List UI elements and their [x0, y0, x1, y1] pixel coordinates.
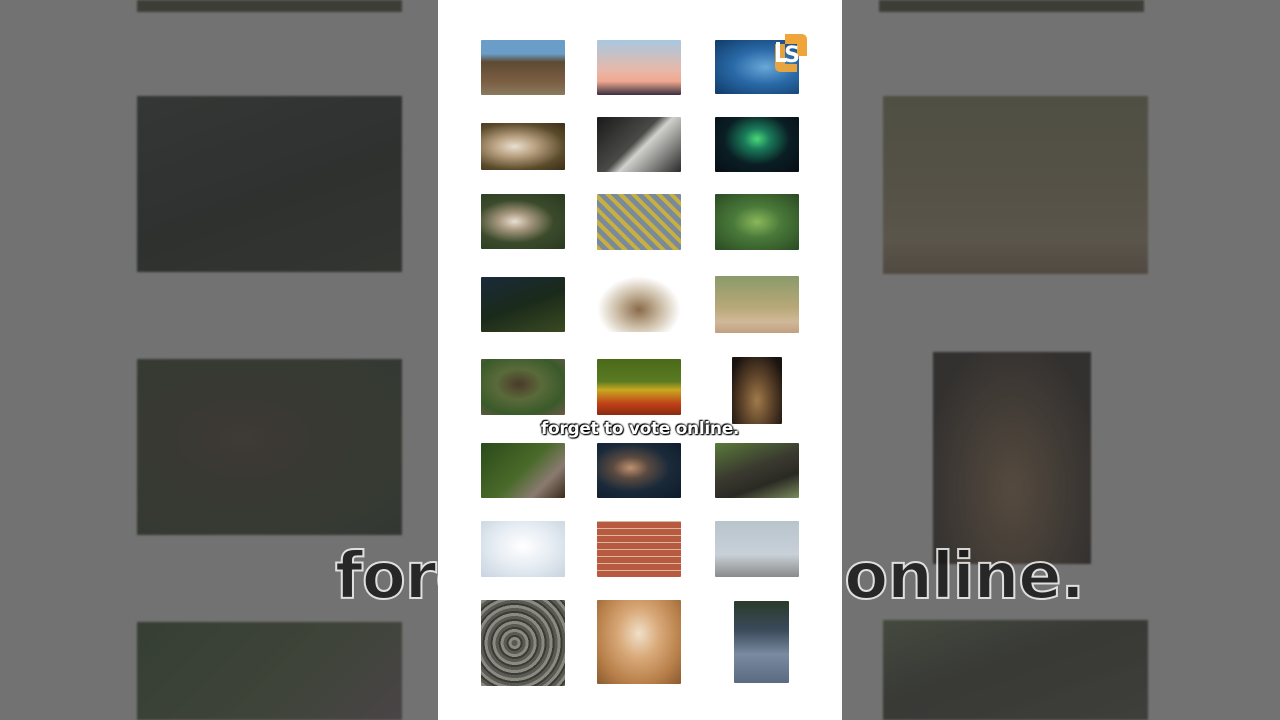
photo-tiger-forest	[481, 277, 565, 332]
photo-polar-bear	[481, 521, 565, 577]
photo-owl-brick-wall	[597, 521, 681, 577]
ls-logo-icon: S	[775, 34, 807, 72]
photo-power-lines-sunset	[597, 40, 681, 95]
photo-pangolin	[597, 443, 681, 498]
photo-spider-egg	[597, 600, 681, 684]
photo-yellow-branches	[597, 194, 681, 250]
photo-green-bird	[715, 194, 799, 250]
photo-deer-antlers	[597, 276, 681, 332]
photo-bird-plants	[481, 443, 565, 498]
subtitle-caption: forget to vote online.	[540, 419, 740, 439]
photo-bear-car-road	[734, 601, 789, 683]
photo-animal-in-box	[715, 443, 799, 498]
photo-mushrooms	[481, 123, 565, 170]
photo-cat-in-branches	[597, 117, 681, 172]
photo-owl-camouflage	[732, 357, 782, 424]
photo-snakes-tangle	[481, 600, 565, 686]
photo-heron-chick	[715, 521, 799, 577]
photo-jellyfish	[715, 117, 799, 172]
video-panel[interactable]: S forget to vote online.	[438, 0, 842, 720]
photo-frog-on-flower	[597, 359, 681, 415]
photo-monkey-walking	[481, 359, 565, 415]
svg-text:S: S	[784, 43, 800, 68]
photo-hay-hut	[481, 40, 565, 95]
photo-white-tiger-water	[481, 194, 565, 249]
photo-lynx-dancing	[715, 276, 799, 333]
